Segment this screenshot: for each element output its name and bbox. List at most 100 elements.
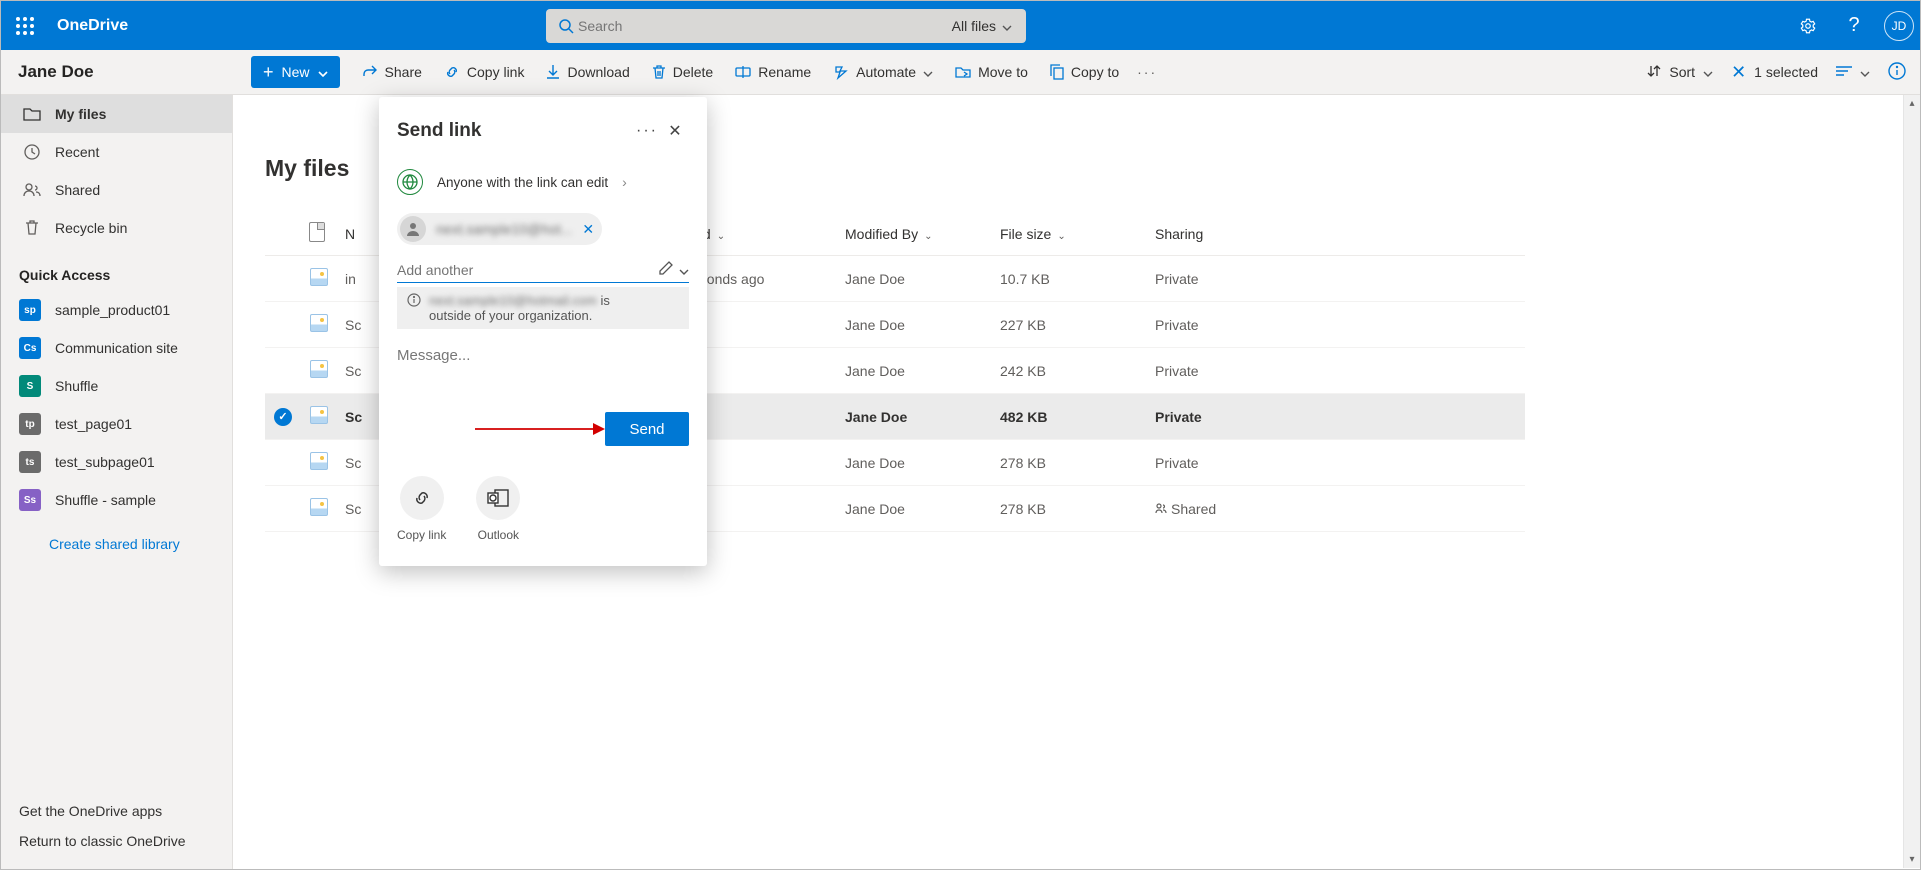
- message-input[interactable]: Message...: [397, 347, 689, 364]
- nav-recycle-bin[interactable]: Recycle bin: [1, 209, 232, 247]
- file-sharing[interactable]: Private: [1147, 348, 1525, 394]
- suite-header: OneDrive All files ? JD: [1, 1, 1920, 50]
- link-permission-button[interactable]: Anyone with the link can edit ›: [397, 169, 689, 195]
- rename-icon: [735, 65, 751, 79]
- sort-button[interactable]: Sort: [1647, 64, 1713, 81]
- download-icon: [546, 64, 560, 80]
- file-sharing[interactable]: Private: [1147, 256, 1525, 302]
- file-sharing[interactable]: Private: [1147, 394, 1525, 440]
- file-modified-by: Jane Doe: [837, 394, 992, 440]
- copy-link-action[interactable]: Copy link: [397, 476, 446, 542]
- get-apps-link[interactable]: Get the OneDrive apps: [19, 803, 232, 819]
- automate-button[interactable]: Automate: [833, 64, 933, 80]
- quick-access-item[interactable]: SsShuffle - sample: [1, 481, 232, 519]
- quick-access-label: Communication site: [55, 340, 178, 356]
- outlook-action[interactable]: Outlook: [476, 476, 520, 542]
- list-view-icon: [1836, 64, 1852, 80]
- delete-button[interactable]: Delete: [652, 64, 713, 80]
- more-commands[interactable]: ···: [1137, 64, 1157, 80]
- add-recipient-row[interactable]: [397, 257, 689, 283]
- classic-link[interactable]: Return to classic OneDrive: [19, 833, 232, 849]
- user-avatar[interactable]: JD: [1884, 11, 1914, 41]
- nav-my-files[interactable]: My files: [1, 95, 232, 133]
- file-modified-by: Jane Doe: [837, 486, 992, 532]
- chevron-down-icon: ⌄: [1057, 231, 1065, 242]
- quick-access-item[interactable]: CsCommunication site: [1, 329, 232, 367]
- quick-access-item[interactable]: tstest_subpage01: [1, 443, 232, 481]
- details-pane-button[interactable]: [1888, 62, 1906, 83]
- search-box[interactable]: All files: [546, 9, 1026, 43]
- link-icon: [400, 476, 444, 520]
- create-shared-library-link[interactable]: Create shared library: [1, 525, 232, 563]
- download-button[interactable]: Download: [546, 64, 629, 80]
- close-icon: ✕: [1731, 62, 1746, 83]
- pencil-icon[interactable]: [659, 261, 673, 278]
- file-sharing[interactable]: Private: [1147, 440, 1525, 486]
- copy-to-button[interactable]: Copy to: [1050, 64, 1119, 80]
- image-file-icon: [310, 406, 328, 424]
- chevron-down-icon: ⌄: [924, 231, 932, 242]
- quick-access-item[interactable]: SShuffle: [1, 367, 232, 405]
- column-file-size[interactable]: File size⌄: [992, 212, 1147, 256]
- scrollbar[interactable]: ▴ ▾: [1903, 95, 1920, 868]
- link-icon: [444, 64, 460, 80]
- help-icon[interactable]: ?: [1838, 10, 1870, 42]
- app-name[interactable]: OneDrive: [57, 17, 128, 35]
- info-icon: [407, 293, 421, 310]
- image-file-icon: [310, 452, 328, 470]
- sort-icon: [1647, 64, 1661, 81]
- dialog-more-icon[interactable]: ···: [633, 117, 661, 145]
- file-sharing[interactable]: Shared: [1147, 486, 1525, 532]
- file-size: 242 KB: [992, 348, 1147, 394]
- command-bar: Jane Doe + New Share Copy link Download …: [1, 50, 1920, 95]
- quick-access-item[interactable]: tptest_page01: [1, 405, 232, 443]
- file-modified-by: Jane Doe: [837, 256, 992, 302]
- file-sharing[interactable]: Private: [1147, 302, 1525, 348]
- dialog-title: Send link: [397, 120, 633, 142]
- nav-recent[interactable]: Recent: [1, 133, 232, 171]
- share-button[interactable]: Share: [362, 64, 422, 80]
- file-size: 10.7 KB: [992, 256, 1147, 302]
- file-size: 482 KB: [992, 394, 1147, 440]
- rename-button[interactable]: Rename: [735, 64, 811, 80]
- file-size: 278 KB: [992, 440, 1147, 486]
- add-recipient-input[interactable]: [397, 262, 653, 278]
- new-button[interactable]: + New: [251, 56, 340, 88]
- view-options-button[interactable]: [1836, 64, 1870, 80]
- chevron-down-icon[interactable]: [679, 262, 689, 278]
- copy-link-button[interactable]: Copy link: [444, 64, 525, 80]
- file-size: 278 KB: [992, 486, 1147, 532]
- move-icon: [955, 65, 971, 79]
- settings-icon[interactable]: [1792, 10, 1824, 42]
- dialog-close-icon[interactable]: ✕: [661, 117, 689, 145]
- scroll-down-icon[interactable]: ▾: [1904, 851, 1920, 868]
- file-modified-by: Jane Doe: [837, 302, 992, 348]
- column-modified-by[interactable]: Modified By⌄: [837, 212, 992, 256]
- move-to-button[interactable]: Move to: [955, 64, 1028, 80]
- clear-selection-button[interactable]: ✕ 1 selected: [1731, 62, 1818, 83]
- site-icon: ts: [19, 451, 41, 473]
- quick-access-item[interactable]: spsample_product01: [1, 291, 232, 329]
- quick-access-label: sample_product01: [55, 302, 170, 318]
- filetype-column-icon[interactable]: [301, 212, 337, 256]
- scroll-up-icon[interactable]: ▴: [1904, 95, 1920, 112]
- app-launcher-icon[interactable]: [1, 2, 49, 50]
- sidebar: My files Recent Shared Recycle bin Quick…: [1, 95, 233, 869]
- shared-icon: [1155, 501, 1167, 517]
- search-icon: [554, 18, 578, 34]
- owner-name: Jane Doe: [15, 62, 251, 82]
- delete-icon: [652, 64, 666, 80]
- checkmark-icon[interactable]: ✓: [274, 408, 292, 426]
- plus-icon: +: [263, 62, 274, 83]
- nav-shared[interactable]: Shared: [1, 171, 232, 209]
- search-scope-dropdown[interactable]: All files: [946, 9, 1018, 43]
- clock-icon: [23, 144, 41, 160]
- search-scope-label: All files: [952, 18, 996, 34]
- send-button[interactable]: Send: [605, 412, 689, 446]
- image-file-icon: [310, 498, 328, 516]
- share-icon: [362, 64, 378, 80]
- globe-icon: [397, 169, 423, 195]
- column-sharing[interactable]: Sharing: [1147, 212, 1525, 256]
- search-input[interactable]: [578, 18, 946, 34]
- remove-recipient-icon[interactable]: ✕: [582, 221, 594, 238]
